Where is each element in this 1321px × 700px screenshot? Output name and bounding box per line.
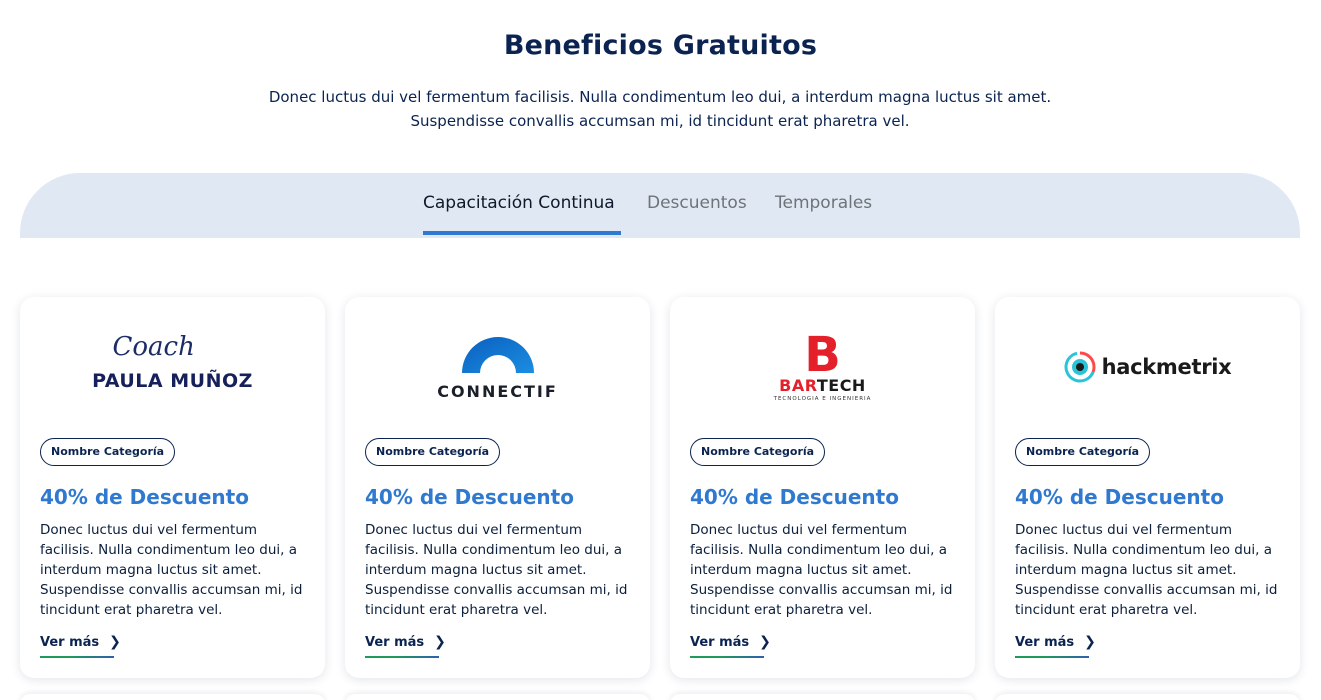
ver-mas-label: Ver más	[40, 635, 100, 650]
card-logo: Coach PAULA MUÑOZ	[40, 322, 305, 412]
ver-mas-label: Ver más	[365, 635, 425, 650]
next-row-card	[670, 694, 975, 700]
bartech-logo: B BARTECH TECNOLOGIA E INGENIERIA	[773, 327, 872, 402]
logo-mark: B	[804, 327, 841, 383]
ver-mas-label: Ver más	[1015, 635, 1075, 650]
chevron-right-icon: ❯	[1084, 634, 1096, 650]
benefit-card-hackmetrix: hackmetrix Nombre Categoría 40% de Descu…	[995, 297, 1300, 678]
card-description: Donec luctus dui vel fermentum facilisis…	[40, 522, 303, 618]
link-underline	[40, 656, 114, 658]
ver-mas-link[interactable]: Ver más ❯	[40, 634, 121, 658]
connectif-logo: CONNECTIF	[437, 333, 558, 401]
link-underline	[365, 656, 439, 658]
section-title: Beneficios Gratuitos	[503, 30, 818, 61]
section-subtitle: Donec luctus dui vel fermentum facilisis…	[200, 85, 1120, 133]
discount-title: 40% de Descuento	[365, 485, 574, 509]
paula-munoz-logo: Coach PAULA MUÑOZ	[83, 332, 263, 402]
logo-word: CONNECTIF	[437, 382, 558, 401]
card-description: Donec luctus dui vel fermentum facilisis…	[690, 522, 953, 618]
category-badge: Nombre Categoría	[365, 438, 501, 466]
logo-tagline: TECNOLOGIA E INGENIERIA	[773, 396, 872, 402]
discount-title: 40% de Descuento	[1015, 485, 1224, 509]
card-logo: hackmetrix	[1015, 322, 1280, 412]
chevron-right-icon: ❯	[759, 634, 771, 650]
benefits-section: Beneficios Gratuitos Donec luctus dui ve…	[0, 0, 1321, 700]
active-tab-indicator	[423, 231, 621, 235]
logo-word: hackmetrix	[1101, 355, 1232, 379]
card-logo: B BARTECH TECNOLOGIA E INGENIERIA	[690, 322, 955, 412]
chevron-right-icon: ❯	[109, 634, 121, 650]
logo-word: BARTECH	[779, 376, 866, 395]
ver-mas-link[interactable]: Ver más ❯	[1015, 634, 1096, 658]
eye-icon	[1064, 351, 1096, 383]
ver-mas-link[interactable]: Ver más ❯	[690, 634, 771, 658]
next-row-card	[995, 694, 1300, 700]
ver-mas-link[interactable]: Ver más ❯	[365, 634, 446, 658]
benefit-card-bartech: B BARTECH TECNOLOGIA E INGENIERIA Nombre…	[670, 297, 975, 678]
tab-descuentos[interactable]: Descuentos	[647, 193, 747, 213]
tab-temporales[interactable]: Temporales	[775, 193, 872, 213]
next-row-card	[345, 694, 650, 700]
subtitle-line-1: Donec luctus dui vel fermentum facilisis…	[268, 88, 1052, 106]
category-badge: Nombre Categoría	[690, 438, 826, 466]
card-description: Donec luctus dui vel fermentum facilisis…	[1015, 522, 1278, 618]
link-underline	[690, 656, 764, 658]
ver-mas-label: Ver más	[690, 635, 750, 650]
subtitle-line-2: Suspendisse convallis accumsan mi, id ti…	[410, 112, 910, 130]
card-logo: CONNECTIF	[365, 322, 630, 412]
category-badge: Nombre Categoría	[40, 438, 176, 466]
category-badge: Nombre Categoría	[1015, 438, 1151, 466]
card-description: Donec luctus dui vel fermentum facilisis…	[365, 522, 628, 618]
hackmetrix-logo: hackmetrix	[1064, 351, 1232, 383]
next-row-card	[20, 694, 325, 700]
logo-script-text: Coach	[112, 332, 195, 362]
logo-name-text: PAULA MUÑOZ	[92, 370, 253, 392]
link-underline	[1015, 656, 1089, 658]
tab-bar: Capacitación Continua Descuentos Tempora…	[20, 173, 1300, 238]
tab-capacitacion-continua[interactable]: Capacitación Continua	[423, 193, 615, 213]
discount-title: 40% de Descuento	[40, 485, 249, 509]
discount-title: 40% de Descuento	[690, 485, 899, 509]
connectif-arch-icon	[461, 337, 534, 373]
benefit-card-paula-munoz: Coach PAULA MUÑOZ Nombre Categoría 40% d…	[20, 297, 325, 678]
benefit-card-connectif: CONNECTIF Nombre Categoría 40% de Descue…	[345, 297, 650, 678]
chevron-right-icon: ❯	[434, 634, 446, 650]
